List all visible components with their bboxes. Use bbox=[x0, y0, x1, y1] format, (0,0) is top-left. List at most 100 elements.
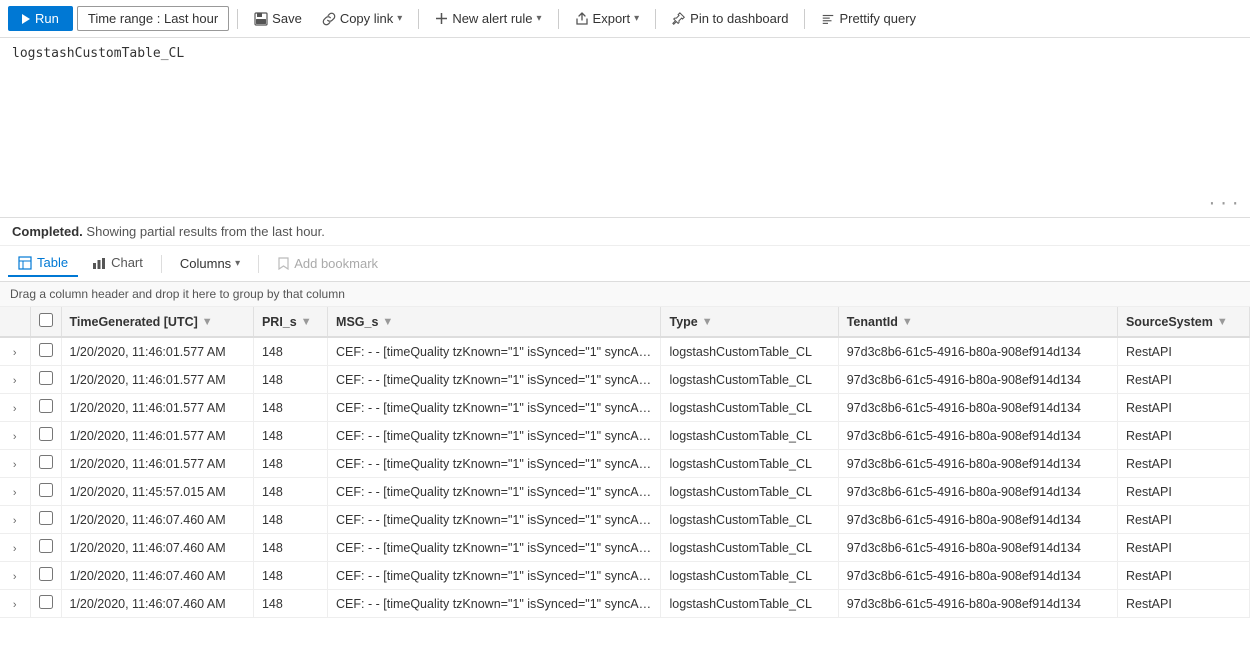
status-detail: Showing partial results from the last ho… bbox=[86, 224, 324, 239]
cell-timegenerated: 1/20/2020, 11:46:01.577 AM bbox=[61, 450, 253, 478]
th-type[interactable]: Type ▼ bbox=[661, 307, 838, 337]
export-button[interactable]: Export ▾ bbox=[567, 7, 648, 30]
cell-msg-s: CEF: - - [timeQuality tzKnown="1" isSync… bbox=[328, 394, 661, 422]
expand-row-button[interactable]: › bbox=[10, 347, 20, 359]
resize-handle[interactable]: ··· bbox=[1207, 194, 1242, 213]
cell-timegenerated: 1/20/2020, 11:46:01.577 AM bbox=[61, 366, 253, 394]
expand-row-button[interactable]: › bbox=[10, 571, 20, 583]
cell-timegenerated: 1/20/2020, 11:46:07.460 AM bbox=[61, 562, 253, 590]
expand-row-button[interactable]: › bbox=[10, 487, 20, 499]
expand-row-button[interactable]: › bbox=[10, 543, 20, 555]
prettify-query-button[interactable]: Prettify query bbox=[813, 7, 924, 30]
expand-row-button[interactable]: › bbox=[10, 459, 20, 471]
pin-to-dashboard-label: Pin to dashboard bbox=[690, 11, 788, 26]
tab-separator bbox=[161, 255, 162, 273]
cell-tenantid: 97d3c8b6-61c5-4916-b80a-908ef914d134 bbox=[838, 534, 1117, 562]
drag-hint-text: Drag a column header and drop it here to… bbox=[10, 287, 345, 301]
cell-timegenerated: 1/20/2020, 11:46:07.460 AM bbox=[61, 534, 253, 562]
cell-tenantid: 97d3c8b6-61c5-4916-b80a-908ef914d134 bbox=[838, 422, 1117, 450]
filter-type-icon[interactable]: ▼ bbox=[702, 316, 713, 328]
separator-2 bbox=[418, 9, 419, 29]
cell-tenantid: 97d3c8b6-61c5-4916-b80a-908ef914d134 bbox=[838, 506, 1117, 534]
cell-type: logstashCustomTable_CL bbox=[661, 337, 838, 366]
copy-link-button[interactable]: Copy link ▾ bbox=[314, 7, 411, 30]
tab-chart[interactable]: Chart bbox=[82, 250, 153, 277]
tab-table[interactable]: Table bbox=[8, 250, 78, 277]
cell-sourcesystem: RestAPI bbox=[1117, 590, 1249, 618]
pin-icon bbox=[672, 12, 686, 26]
cell-sourcesystem: RestAPI bbox=[1117, 562, 1249, 590]
columns-button[interactable]: Columns ▾ bbox=[170, 251, 250, 276]
table-row: › 1/20/2020, 11:46:01.577 AM148CEF: - - [… bbox=[0, 394, 1250, 422]
chevron-down-icon-3: ▾ bbox=[634, 13, 639, 24]
chart-icon bbox=[92, 256, 106, 270]
cell-tenantid: 97d3c8b6-61c5-4916-b80a-908ef914d134 bbox=[838, 366, 1117, 394]
run-label: Run bbox=[35, 11, 59, 26]
filter-pri-s-icon[interactable]: ▼ bbox=[301, 316, 312, 328]
table-row: ›1/20/2020, 11:46:07.460 AM148CEF: - - [… bbox=[0, 506, 1250, 534]
cell-msg-s: CEF: - - [timeQuality tzKnown="1" isSync… bbox=[328, 450, 661, 478]
cell-pri-s: 148 bbox=[253, 394, 327, 422]
th-time-generated[interactable]: TimeGenerated [UTC] ▼ bbox=[61, 307, 253, 337]
pin-to-dashboard-button[interactable]: Pin to dashboard bbox=[664, 7, 796, 30]
th-pri-s[interactable]: PRI_s ▼ bbox=[253, 307, 327, 337]
expand-row-button[interactable]: › bbox=[10, 515, 20, 527]
table-row: ›1/20/2020, 11:46:07.460 AM148CEF: - - [… bbox=[0, 534, 1250, 562]
cell-timegenerated: 1/20/2020, 11:46:07.460 AM bbox=[61, 590, 253, 618]
cell-timegenerated: 1/20/2020, 11:46:01.577 AM bbox=[61, 337, 253, 366]
cell-pri-s: 148 bbox=[253, 450, 327, 478]
expand-row-button[interactable]: › bbox=[10, 599, 20, 611]
row-checkbox[interactable] bbox=[39, 343, 53, 357]
export-icon bbox=[575, 12, 589, 26]
filter-time-generated-icon[interactable]: ▼ bbox=[202, 316, 213, 328]
th-type-label: Type bbox=[669, 315, 697, 329]
select-all-checkbox[interactable] bbox=[39, 313, 53, 327]
filter-tenant-id-icon[interactable]: ▼ bbox=[902, 316, 913, 328]
cell-tenantid: 97d3c8b6-61c5-4916-b80a-908ef914d134 bbox=[838, 337, 1117, 366]
cell-pri-s: 148 bbox=[253, 366, 327, 394]
cell-type: logstashCustomTable_CL bbox=[661, 534, 838, 562]
save-button[interactable]: Save bbox=[246, 7, 310, 30]
th-tenant-id[interactable]: TenantId ▼ bbox=[838, 307, 1117, 337]
table-row: ›1/20/2020, 11:46:01.577 AM148CEF: - - [… bbox=[0, 422, 1250, 450]
row-checkbox[interactable] bbox=[39, 427, 53, 441]
row-checkbox[interactable] bbox=[39, 595, 53, 609]
cell-msg-s: CEF: - - [timeQuality tzKnown="1" isSync… bbox=[328, 337, 661, 366]
expand-row-button[interactable]: › bbox=[10, 403, 20, 415]
th-msg-s[interactable]: MSG_s ▼ bbox=[328, 307, 661, 337]
row-checkbox[interactable] bbox=[39, 399, 53, 413]
new-alert-rule-button[interactable]: New alert rule ▾ bbox=[427, 7, 549, 30]
row-checkbox[interactable] bbox=[39, 511, 53, 525]
row-checkbox[interactable] bbox=[39, 483, 53, 497]
row-checkbox[interactable] bbox=[39, 567, 53, 581]
filter-msg-s-icon[interactable]: ▼ bbox=[382, 316, 393, 328]
row-checkbox[interactable] bbox=[39, 455, 53, 469]
cell-msg-s: CEF: - - [timeQuality tzKnown="1" isSync… bbox=[328, 590, 661, 618]
row-checkbox[interactable] bbox=[39, 371, 53, 385]
cell-sourcesystem: RestAPI bbox=[1117, 394, 1249, 422]
add-bookmark-button[interactable]: Add bookmark bbox=[267, 251, 388, 276]
save-icon bbox=[254, 12, 268, 26]
th-tenant-id-label: TenantId bbox=[847, 315, 898, 329]
th-pri-s-label: PRI_s bbox=[262, 315, 297, 329]
toolbar: Run Time range : Last hour Save Copy lin… bbox=[0, 0, 1250, 38]
query-text: logstashCustomTable_CL bbox=[12, 46, 184, 61]
cell-type: logstashCustomTable_CL bbox=[661, 590, 838, 618]
expand-row-button[interactable]: › bbox=[10, 431, 20, 443]
bookmark-icon bbox=[277, 257, 290, 270]
row-checkbox[interactable] bbox=[39, 539, 53, 553]
time-range-button[interactable]: Time range : Last hour bbox=[77, 6, 229, 31]
cell-tenantid: 97d3c8b6-61c5-4916-b80a-908ef914d134 bbox=[838, 394, 1117, 422]
th-source-system[interactable]: SourceSystem ▼ bbox=[1117, 307, 1249, 337]
table-row: ›1/20/2020, 11:46:01.577 AM148CEF: - - [… bbox=[0, 337, 1250, 366]
separator-3 bbox=[558, 9, 559, 29]
expand-row-button[interactable]: › bbox=[10, 375, 20, 387]
cell-msg-s: CEF: - - [timeQuality tzKnown="1" isSync… bbox=[328, 478, 661, 506]
filter-source-system-icon[interactable]: ▼ bbox=[1217, 316, 1228, 328]
query-editor[interactable]: logstashCustomTable_CL ··· bbox=[0, 38, 1250, 218]
view-tabs: Table Chart Columns ▾ Add bookmark bbox=[0, 246, 1250, 282]
cell-timegenerated: 1/20/2020, 11:45:57.015 AM bbox=[61, 478, 253, 506]
cell-timegenerated: 1/20/2020, 11:46:01.577 AM bbox=[61, 394, 253, 422]
results-table-wrapper[interactable]: TimeGenerated [UTC] ▼ PRI_s ▼ MSG_s ▼ bbox=[0, 307, 1250, 618]
run-button[interactable]: Run bbox=[8, 6, 73, 31]
